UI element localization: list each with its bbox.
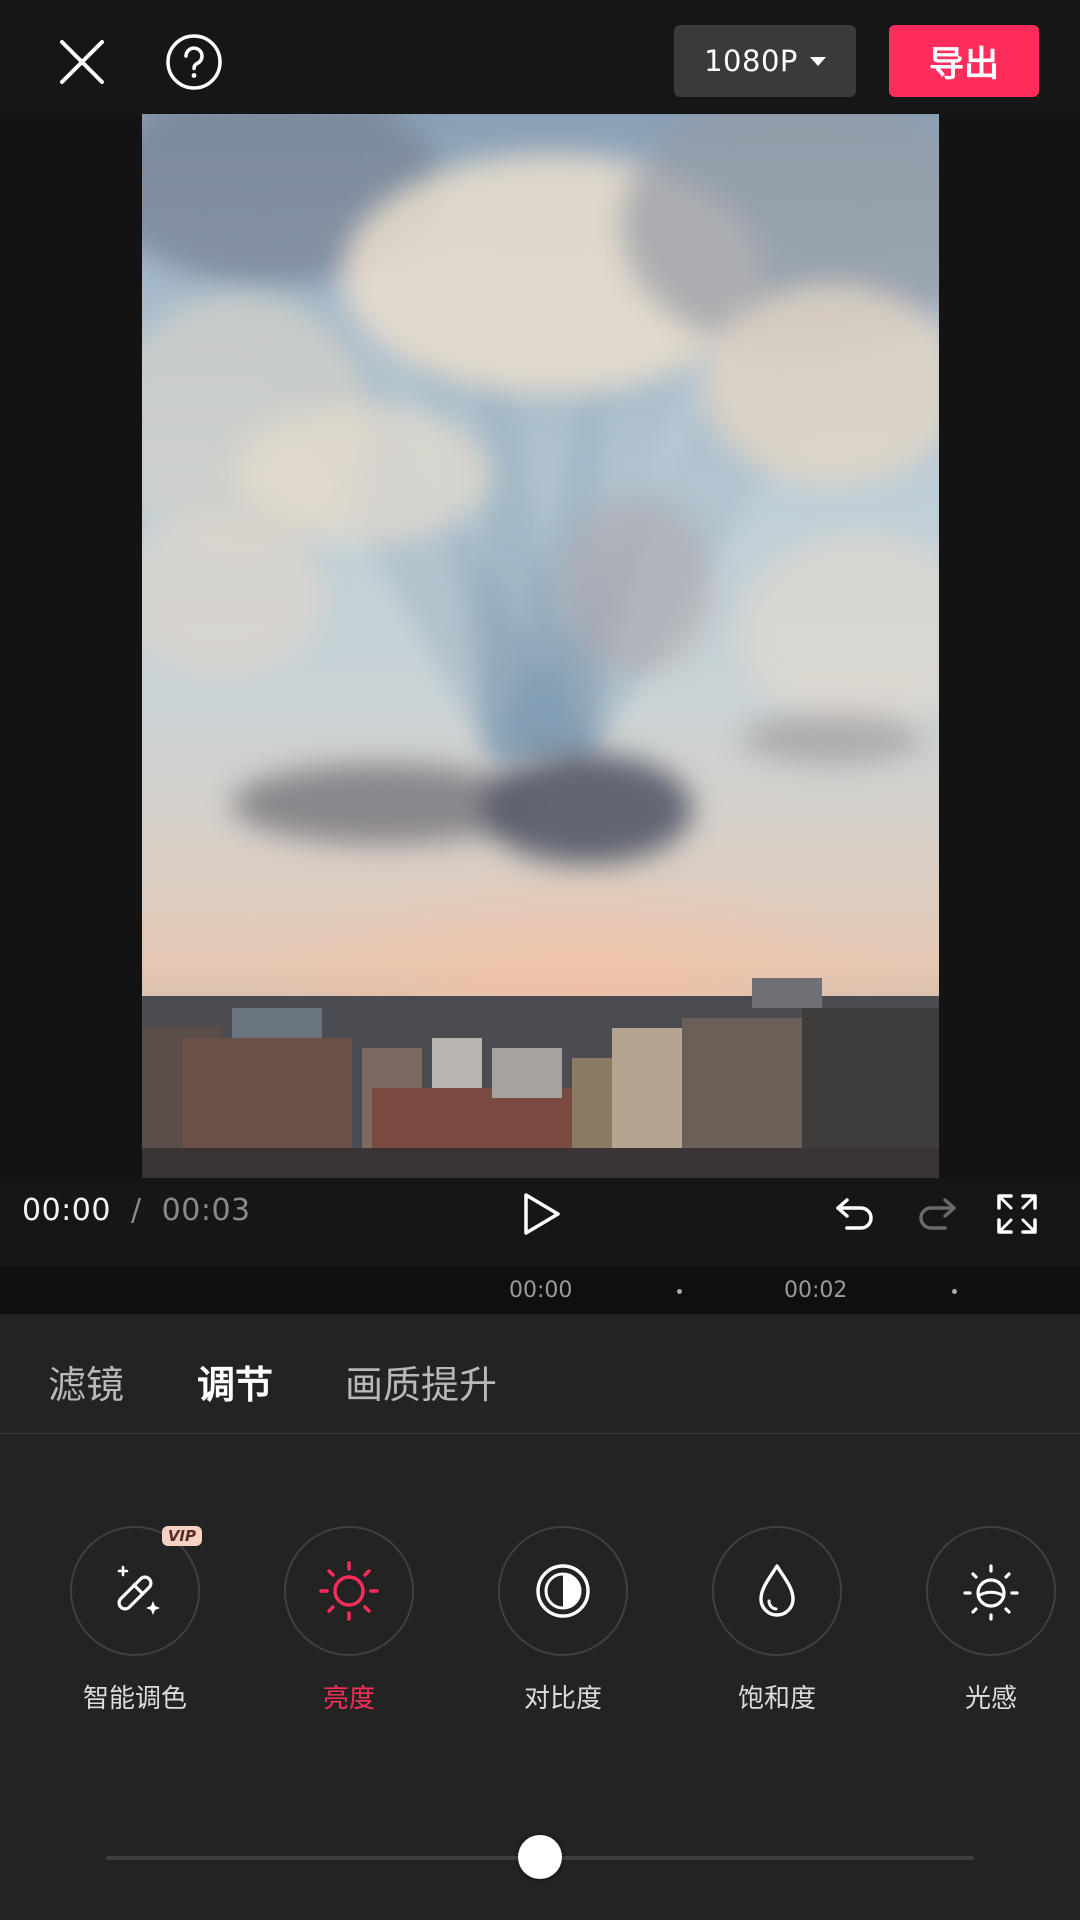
tool-label: 光感 — [964, 1684, 1017, 1714]
tool-saturation[interactable]: 饱和度 — [710, 1526, 844, 1715]
export-button[interactable]: 导出 — [889, 25, 1039, 97]
tool-contrast[interactable]: 对比度 — [496, 1526, 630, 1715]
tool-contrast-button[interactable] — [498, 1526, 628, 1656]
play-button[interactable] — [512, 1186, 572, 1242]
video-editor-screen: 1080P 导出 00:00 / 00:03 00:00 00:02 滤镜 调节… — [0, 0, 1080, 1920]
resolution-dropdown[interactable]: 1080P — [674, 25, 856, 97]
tab-adjust[interactable]: 调节 — [197, 1354, 273, 1409]
fullscreen-button[interactable] — [988, 1186, 1046, 1242]
panel-tabs: 滤镜 调节 画质提升 — [0, 1314, 1080, 1434]
slider-knob[interactable] — [518, 1835, 562, 1879]
total-time: 00:03 — [161, 1193, 251, 1228]
current-time: 00:00 — [22, 1193, 111, 1228]
resolution-value: 1080P — [704, 44, 798, 78]
time-separator: / — [131, 1193, 142, 1228]
undo-button[interactable] — [826, 1186, 884, 1242]
close-icon — [60, 40, 104, 84]
timeline-dot — [952, 1289, 957, 1294]
help-icon — [166, 34, 222, 90]
timeline-ruler[interactable]: 00:00 00:02 — [0, 1266, 1080, 1314]
adjust-slider[interactable] — [106, 1835, 974, 1879]
undo-icon — [836, 1198, 873, 1230]
tool-smart-color-button[interactable]: VIP — [70, 1526, 202, 1656]
top-toolbar: 1080P 导出 — [0, 0, 1080, 114]
redo-button[interactable] — [908, 1186, 966, 1242]
tab-filter[interactable]: 滤镜 — [48, 1354, 124, 1409]
city-skyline — [142, 978, 939, 1178]
fullscreen-icon — [997, 1194, 1037, 1234]
magic-wand-icon — [117, 1565, 160, 1615]
timeline-dot — [677, 1289, 682, 1294]
tool-brightness-button[interactable] — [284, 1526, 414, 1656]
close-button[interactable] — [46, 26, 118, 98]
sun-icon — [319, 1561, 379, 1621]
adjust-panel: 滤镜 调节 画质提升 VIP 智能调色 亮度 对比度 饱和度 光感 — [0, 1314, 1080, 1920]
tool-light-sense[interactable]: 光感 — [924, 1526, 1058, 1715]
tab-quality-enhance[interactable]: 画质提升 — [345, 1354, 497, 1409]
video-preview[interactable] — [0, 114, 1080, 1178]
tool-label: 对比度 — [523, 1684, 602, 1714]
playback-time: 00:00 / 00:03 — [22, 1193, 251, 1228]
adjust-tools: VIP 智能调色 亮度 对比度 饱和度 光感 — [0, 1526, 1080, 1726]
droplet-icon — [759, 1564, 795, 1617]
tool-light-sense-button[interactable] — [926, 1526, 1056, 1656]
tool-smart-color[interactable]: VIP 智能调色 — [68, 1526, 202, 1715]
redo-icon — [919, 1198, 956, 1230]
tool-saturation-button[interactable] — [712, 1526, 842, 1656]
tool-brightness[interactable]: 亮度 — [282, 1526, 416, 1715]
help-button[interactable] — [158, 26, 230, 98]
chevron-down-icon — [809, 56, 826, 66]
timeline-tick: 00:00 — [509, 1278, 573, 1303]
light-sense-icon — [963, 1564, 1019, 1621]
play-icon — [524, 1193, 560, 1235]
tool-label: 饱和度 — [737, 1684, 816, 1714]
timeline-tick: 00:02 — [784, 1278, 848, 1303]
tool-label: 亮度 — [322, 1684, 375, 1714]
vip-badge: VIP — [161, 1526, 202, 1546]
contrast-icon — [536, 1564, 590, 1618]
video-frame — [142, 114, 939, 1178]
tool-label: 智能调色 — [82, 1684, 187, 1714]
